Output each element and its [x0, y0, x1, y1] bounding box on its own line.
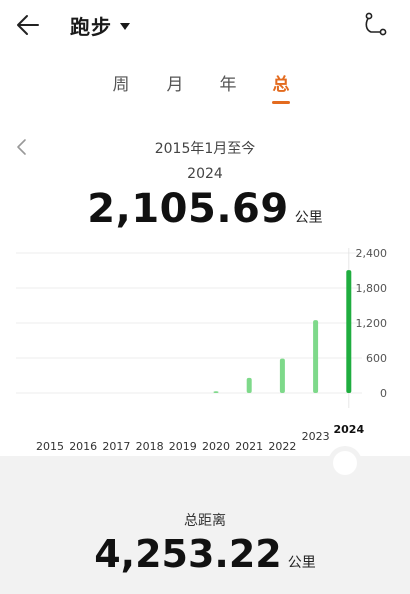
total-distance-value: 4,253.22	[94, 532, 282, 576]
selected-year: 2024	[0, 166, 410, 182]
x-tick-label: 2023	[302, 430, 330, 443]
x-tick-label: 2017	[102, 440, 130, 453]
caret-down-icon	[120, 23, 130, 30]
x-tick-label: 2016	[69, 440, 97, 453]
back-button[interactable]	[14, 10, 44, 40]
tab-week[interactable]: 周	[106, 70, 136, 95]
period-navigator: 2015年1月至今	[0, 136, 410, 160]
x-tick-label: 2015	[36, 440, 64, 453]
yearly-distance-chart[interactable]: 2,400 1,800 1,200 600 0 2015 2016 2017 2018 2019 2…	[0, 236, 410, 456]
y-tick-label: 1,200	[356, 317, 388, 330]
bar[interactable]	[313, 320, 318, 393]
bar[interactable]	[346, 270, 351, 393]
x-tick-label: 2019	[169, 440, 197, 453]
x-tick-label: 2018	[136, 440, 164, 453]
sport-type-selector[interactable]: 跑步	[70, 10, 130, 40]
route-button[interactable]	[360, 10, 390, 40]
total-distance-label: 总距离	[0, 510, 410, 530]
period-label: 2015年1月至今	[0, 138, 410, 158]
selected-distance: 2,105.69 公里	[0, 186, 410, 232]
selected-distance-unit: 公里	[295, 210, 323, 226]
bar[interactable]	[280, 359, 285, 393]
y-tick-label: 0	[380, 387, 387, 400]
bar[interactable]	[247, 378, 252, 393]
x-tick-label: 2022	[268, 440, 296, 453]
period-tabs: 周 月 年 总	[0, 70, 410, 110]
selected-distance-value: 2,105.69	[87, 186, 288, 232]
x-tick-label: 2020	[202, 440, 230, 453]
active-tab-indicator	[272, 101, 290, 104]
tab-year[interactable]: 年	[213, 70, 243, 95]
y-tick-label: 2,400	[356, 247, 388, 260]
chart-scrubber-handle[interactable]	[333, 451, 357, 475]
total-distance-unit: 公里	[288, 555, 316, 571]
x-tick-label: 2024	[333, 423, 364, 436]
y-tick-label: 600	[366, 352, 387, 365]
tab-month[interactable]: 月	[160, 70, 190, 95]
page-title: 跑步	[70, 11, 112, 40]
route-icon	[360, 10, 390, 40]
y-tick-label: 1,800	[356, 282, 388, 295]
header: 跑步	[0, 0, 410, 52]
total-distance: 4,253.22 公里	[0, 532, 410, 576]
arrow-left-icon	[14, 10, 44, 40]
bar[interactable]	[214, 391, 219, 393]
x-tick-label: 2021	[235, 440, 263, 453]
tab-total[interactable]: 总	[266, 70, 296, 95]
summary-panel: 总距离 4,253.22 公里	[0, 456, 410, 594]
